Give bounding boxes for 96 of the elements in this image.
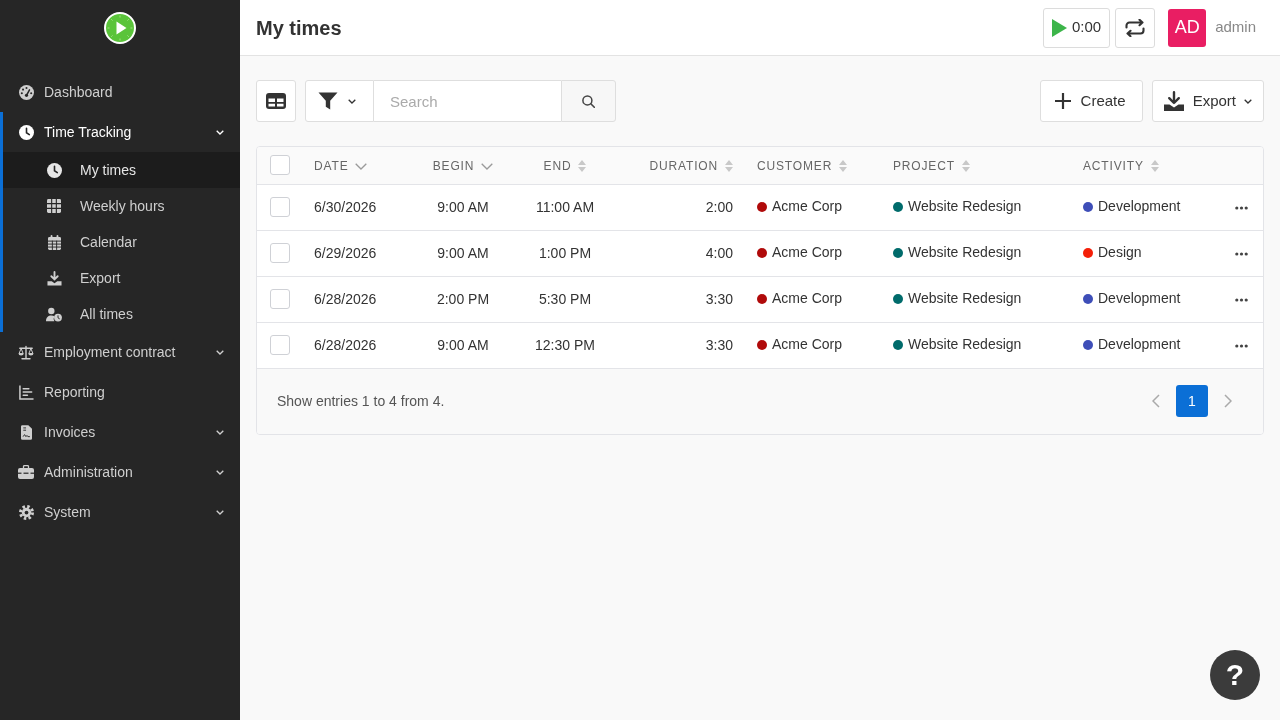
table-cell: 9:00 AM — [421, 322, 505, 368]
timer-button[interactable]: 0:00 — [1042, 7, 1111, 48]
page-button[interactable]: 1 — [1176, 385, 1208, 417]
table-cell: 9:00 AM — [421, 184, 505, 230]
project-name: Website Redesign — [908, 289, 1022, 309]
table-cell: 9:00 AM — [421, 230, 505, 276]
repeat-button[interactable] — [1115, 7, 1156, 48]
row-checkbox[interactable] — [270, 289, 290, 309]
project-name: Website Redesign — [908, 197, 1022, 217]
customer-name: Acme Corp — [772, 197, 843, 217]
sidebar-subitem[interactable]: My times — [3, 152, 240, 188]
clock-icon — [46, 162, 62, 178]
filter-button[interactable] — [305, 80, 374, 122]
balance-scale-icon — [18, 344, 34, 360]
table-cell: 6/30/2026 — [302, 184, 421, 230]
chevron-down-icon — [216, 469, 224, 475]
sidebar-item[interactable]: Administration — [0, 452, 240, 492]
sidebar-item[interactable]: Employment contract — [0, 332, 240, 372]
project-name: Website Redesign — [908, 243, 1022, 263]
column-header[interactable]: DURATION — [649, 157, 733, 176]
table-cell: 3:30 — [625, 276, 745, 322]
sidebar-subitem[interactable]: Weekly hours — [3, 188, 240, 224]
sidebar-item[interactable]: Dashboard — [0, 72, 240, 112]
chevron-down-icon — [216, 429, 224, 435]
table-cell: 2:00 PM — [421, 276, 505, 322]
entries-summary: Show entries 1 to 4 from 4. — [277, 391, 445, 411]
grid-icon — [47, 199, 61, 213]
repeat-icon — [1125, 18, 1146, 37]
row-checkbox[interactable] — [270, 335, 290, 355]
chevron-down-icon — [216, 349, 224, 355]
caret-icon — [348, 98, 356, 104]
sidebar-subitem[interactable]: Export — [3, 260, 240, 296]
sidebar-subitem[interactable]: All times — [3, 296, 240, 332]
table-cell: 1:00 PM — [505, 230, 625, 276]
activity-name: Development — [1098, 197, 1181, 217]
table-cell: 11:00 AM — [505, 184, 625, 230]
search-icon — [582, 94, 595, 108]
column-header[interactable]: ACTIVITY — [1083, 157, 1159, 176]
sidebar-item[interactable]: System — [0, 492, 240, 532]
table-cell: 12:30 PM — [505, 322, 625, 368]
chevron-down-icon — [216, 129, 224, 135]
sidebar-subitem[interactable]: Calendar — [3, 224, 240, 260]
plus-icon — [1054, 93, 1071, 109]
column-header[interactable]: BEGIN — [432, 157, 494, 176]
download-icon — [46, 270, 62, 286]
table-cell: 4:00 — [625, 230, 745, 276]
gauge-icon — [18, 84, 34, 100]
table-icon — [266, 93, 286, 109]
activity-name: Design — [1098, 243, 1142, 263]
page-title: My times — [256, 15, 342, 41]
calendar-icon — [47, 234, 61, 250]
chart-icon — [18, 384, 34, 400]
sidebar-item[interactable]: Reporting — [0, 372, 240, 412]
user-clock-icon — [46, 306, 62, 322]
column-header[interactable]: PROJECT — [893, 157, 970, 176]
more-icon[interactable] — [1234, 251, 1248, 256]
username[interactable]: admin — [1215, 16, 1256, 39]
export-dropdown-button[interactable]: Export — [1151, 80, 1264, 122]
search-button[interactable] — [561, 80, 616, 122]
settings-icon — [18, 504, 34, 520]
table-cell: 2:00 — [625, 184, 745, 230]
play-logo-icon[interactable] — [104, 12, 136, 44]
row-checkbox[interactable] — [270, 243, 290, 263]
play-icon — [1051, 18, 1067, 37]
customer-name: Acme Corp — [772, 289, 843, 309]
table-cell: 6/28/2026 — [302, 276, 421, 322]
table-cell: 6/29/2026 — [302, 230, 421, 276]
table-cell: 5:30 PM — [505, 276, 625, 322]
column-header[interactable]: CUSTOMER — [757, 157, 848, 176]
chevron-down-icon — [216, 509, 224, 515]
search-field[interactable]: Search — [374, 80, 561, 122]
sidebar-item[interactable]: Time Tracking — [3, 112, 240, 152]
customer-name: Acme Corp — [772, 243, 843, 263]
table-cell: 6/28/2026 — [302, 322, 421, 368]
clock-icon — [18, 124, 34, 140]
activity-name: Development — [1098, 335, 1181, 355]
table-view-button[interactable] — [256, 80, 296, 122]
user-avatar[interactable]: AD — [1168, 8, 1207, 47]
select-all-checkbox[interactable] — [270, 155, 290, 176]
more-icon[interactable] — [1234, 343, 1248, 348]
more-icon[interactable] — [1234, 297, 1248, 302]
document-icon — [20, 424, 32, 440]
caret-icon — [1244, 98, 1252, 104]
row-checkbox[interactable] — [270, 197, 290, 217]
table-cell: 3:30 — [625, 322, 745, 368]
customer-name: Acme Corp — [772, 335, 843, 355]
create-button[interactable]: Create — [1039, 80, 1143, 122]
download-icon — [1163, 91, 1184, 111]
toolbox-icon — [18, 465, 34, 479]
more-icon[interactable] — [1234, 205, 1248, 210]
filter-icon — [318, 92, 338, 110]
sidebar-item[interactable]: Invoices — [0, 412, 240, 452]
column-header[interactable]: DATE — [314, 157, 368, 176]
activity-name: Development — [1098, 289, 1181, 309]
project-name: Website Redesign — [908, 335, 1022, 355]
column-header[interactable]: END — [543, 157, 587, 176]
